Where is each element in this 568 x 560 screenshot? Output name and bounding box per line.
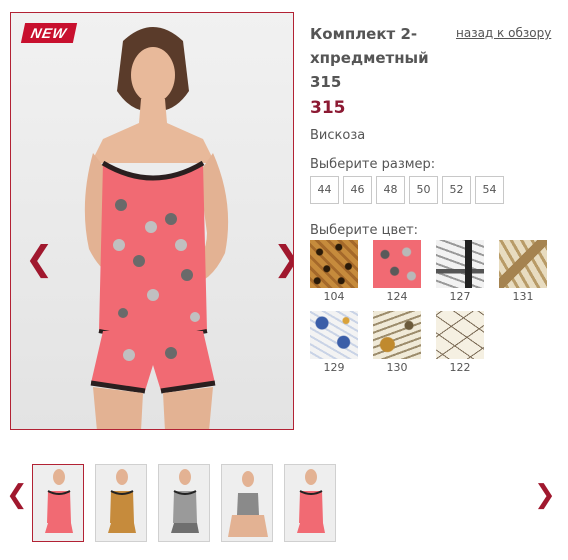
leopard-pattern-swatch	[310, 240, 358, 288]
thumbnail-strip	[32, 464, 336, 542]
color-code: 122	[449, 361, 471, 374]
color-swatch-122[interactable]: 122	[436, 311, 484, 374]
color-code: 124	[386, 290, 408, 303]
thumbnail-2[interactable]	[95, 464, 147, 542]
color-swatch-127[interactable]: 127	[436, 240, 484, 303]
color-code: 127	[449, 290, 471, 303]
thumbnail-photo	[171, 469, 199, 533]
color-swatch-104[interactable]: 104	[310, 240, 358, 303]
color-selector: 104 124 127 131 129 130 122	[310, 240, 560, 374]
thumbnail-photo	[108, 469, 136, 533]
thumbnail-1[interactable]	[32, 464, 84, 542]
color-swatch-130[interactable]: 130	[373, 311, 421, 374]
color-code: 104	[323, 290, 345, 303]
size-option-54[interactable]: 54	[475, 176, 504, 204]
blue-floral-pattern-swatch	[310, 311, 358, 359]
new-badge: NEW	[20, 23, 78, 43]
color-selector-label: Выберите цвет:	[310, 223, 419, 238]
size-option-44[interactable]: 44	[310, 176, 339, 204]
thumbnail-5[interactable]	[284, 464, 336, 542]
back-to-overview-link[interactable]: назад к обзору	[456, 26, 551, 40]
beige-print-pattern-swatch	[499, 240, 547, 288]
thumbnail-3[interactable]	[158, 464, 210, 542]
color-code: 130	[386, 361, 408, 374]
pink-hearts-pattern-swatch	[373, 240, 421, 288]
cream-print-pattern-swatch	[436, 311, 484, 359]
thumbnails-next-chevron-right-icon[interactable]: ❯	[534, 480, 556, 510]
thumbnail-4[interactable]	[221, 464, 273, 542]
product-material: Вискоза	[310, 128, 366, 143]
next-image-chevron-right-icon[interactable]: ❯	[273, 239, 293, 279]
size-option-52[interactable]: 52	[442, 176, 471, 204]
size-selector-label: Выберите размер:	[310, 157, 436, 172]
product-title: Комплект 2-хпредметный 315	[310, 25, 429, 91]
color-swatch-129[interactable]: 129	[310, 311, 358, 374]
product-price: 315	[310, 98, 346, 118]
size-option-50[interactable]: 50	[409, 176, 438, 204]
thumbnail-photo	[228, 471, 268, 537]
prev-image-chevron-left-icon[interactable]: ❮	[25, 239, 54, 279]
color-swatch-124[interactable]: 124	[373, 240, 421, 303]
grey-print-pattern-swatch	[436, 240, 484, 288]
gold-print-pattern-swatch	[373, 311, 421, 359]
model-photo	[84, 27, 229, 429]
size-selector: 44 46 48 50 52 54	[310, 176, 504, 204]
size-option-48[interactable]: 48	[376, 176, 405, 204]
color-code: 129	[323, 361, 345, 374]
color-swatch-131[interactable]: 131	[499, 240, 547, 303]
thumbnail-photo	[45, 469, 73, 533]
thumbnail-photo	[297, 469, 325, 533]
main-product-image[interactable]: NEW ❮ ❯	[10, 12, 294, 430]
color-code: 131	[512, 290, 534, 303]
thumbnails-prev-chevron-left-icon[interactable]: ❮	[6, 480, 28, 510]
size-option-46[interactable]: 46	[343, 176, 372, 204]
